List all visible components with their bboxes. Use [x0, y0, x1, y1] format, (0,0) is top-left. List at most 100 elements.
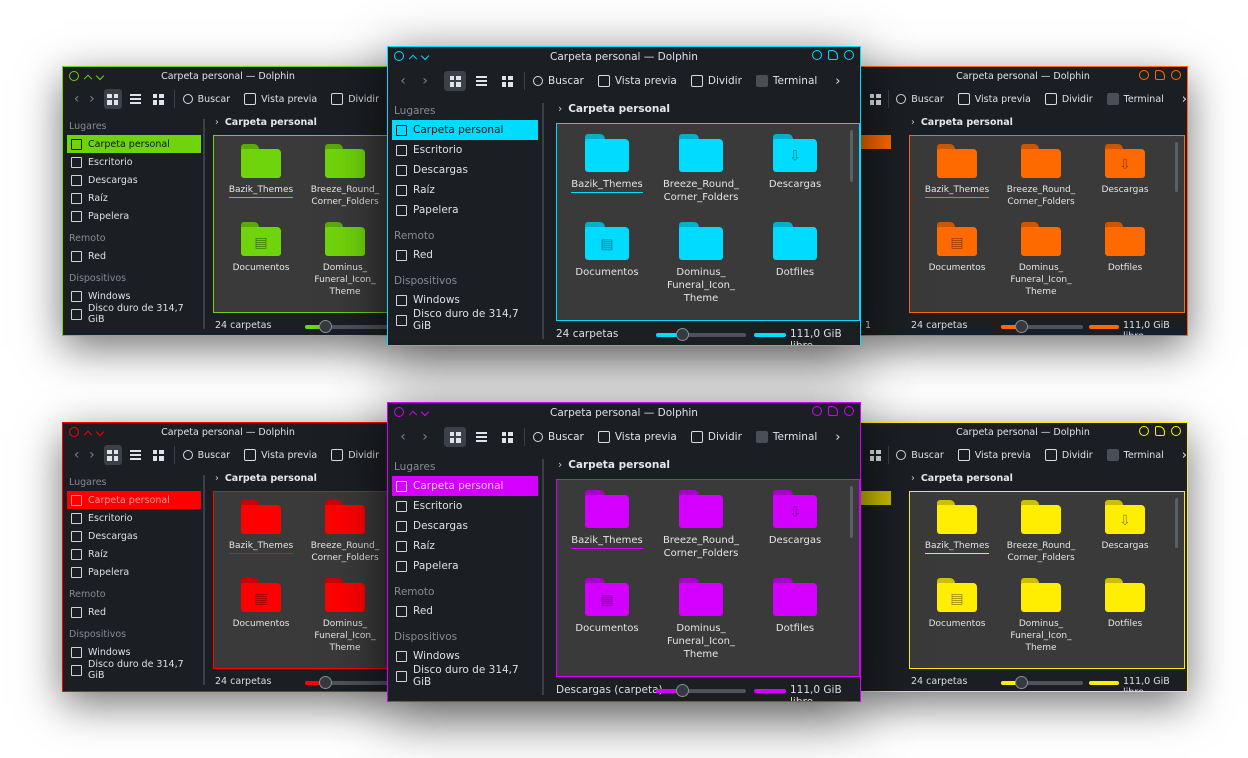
search-button[interactable]: Buscar [533, 431, 584, 443]
back-icon[interactable]: ‹ [69, 90, 84, 108]
folder-item[interactable]: ⇩ Descargas [1082, 144, 1168, 196]
folder-item[interactable]: Dominus_ Funeral_Icon_ Theme [302, 578, 388, 654]
maximize-icon[interactable] [828, 406, 838, 416]
place-root[interactable]: Raíz [392, 180, 538, 200]
place-downloads[interactable]: Descargas [392, 516, 538, 536]
breadcrumb[interactable]: Carpeta personal [215, 117, 317, 128]
forward-icon[interactable]: › [416, 428, 434, 446]
more-icon[interactable]: › [835, 430, 840, 445]
place-downloads[interactable]: Descargas [67, 527, 201, 545]
preview-button[interactable]: Vista previa [244, 449, 317, 461]
place-home[interactable]: Carpeta personal [67, 135, 201, 153]
keep-below-icon[interactable] [420, 407, 430, 417]
icons-view-button[interactable] [444, 427, 466, 447]
dolphin-window-cyan[interactable]: Carpeta personal — Dolphin ‹ › Buscar Vis… [387, 46, 861, 346]
folder-item[interactable]: Bazik_Themes [561, 134, 653, 193]
details-view-button[interactable] [149, 445, 168, 465]
menu-circle-icon[interactable] [394, 407, 404, 417]
forward-icon[interactable]: › [84, 446, 99, 464]
compact-view-button[interactable] [470, 71, 492, 91]
close-icon[interactable] [1171, 426, 1181, 436]
folder-item[interactable]: Bazik_Themes [218, 500, 304, 554]
search-button[interactable]: Buscar [533, 75, 584, 87]
folder-item[interactable]: Breeze_Round_ Corner_Folders [655, 490, 747, 560]
folder-item[interactable]: ▤ Documentos [561, 222, 653, 279]
place-downloads[interactable]: Descargas [392, 160, 538, 180]
compact-view-button[interactable] [126, 445, 145, 465]
preview-button[interactable]: Vista previa [957, 449, 1031, 461]
dolphin-window-orange[interactable]: Carpeta personal — Dolphin Buscar Vista … [858, 66, 1188, 336]
zoom-slider[interactable] [305, 320, 393, 333]
place-root[interactable]: Raíz [67, 189, 201, 207]
dolphin-window-red[interactable]: Carpeta personal — Dolphin ‹ › Buscar Vis… [62, 422, 394, 692]
back-icon[interactable]: ‹ [394, 428, 412, 446]
more-icon[interactable]: › [1182, 448, 1187, 463]
split-button[interactable]: Dividir [690, 431, 742, 443]
folder-item[interactable]: Breeze_Round_ Corner_Folders [998, 144, 1084, 208]
device-windows[interactable]: Windows [392, 646, 538, 666]
scrollbar[interactable] [1175, 498, 1178, 548]
folder-item[interactable]: Breeze_Round_ Corner_Folders [302, 144, 388, 208]
compact-view-button[interactable] [126, 89, 145, 109]
preview-button[interactable]: Vista previa [957, 93, 1031, 105]
terminal-button[interactable]: Terminal [755, 75, 817, 87]
forward-icon[interactable]: › [416, 72, 434, 90]
menu-circle-icon[interactable] [69, 427, 79, 437]
split-button[interactable]: Dividir [331, 93, 379, 105]
scrollbar[interactable] [1175, 142, 1178, 192]
maximize-icon[interactable] [1155, 426, 1165, 436]
folder-item[interactable]: Dominus_ Funeral_Icon_ Theme [655, 222, 747, 305]
minimize-icon[interactable] [812, 50, 822, 60]
preview-button[interactable]: Vista previa [597, 75, 677, 87]
file-view[interactable]: Bazik_Themes Breeze_Round_ Corner_Folder… [556, 479, 860, 677]
forward-icon[interactable]: › [84, 90, 99, 108]
place-network[interactable]: Red [67, 247, 201, 265]
menu-circle-icon[interactable] [69, 71, 79, 81]
more-icon[interactable]: › [1182, 92, 1187, 107]
scrollbar[interactable] [850, 130, 853, 182]
title-bar[interactable]: Carpeta personal — Dolphin [388, 403, 860, 423]
keep-above-icon[interactable] [83, 430, 93, 440]
file-view[interactable]: Bazik_Themes Breeze_Round_ Corner_Folder… [556, 123, 860, 321]
keep-above-icon[interactable] [408, 54, 418, 64]
folder-item[interactable]: Breeze_Round_ Corner_Folders [302, 500, 388, 564]
folder-item[interactable]: Bazik_Themes [218, 144, 304, 198]
close-icon[interactable] [844, 406, 854, 416]
place-home[interactable]: Carpeta personal [392, 476, 538, 496]
close-icon[interactable] [1171, 70, 1181, 80]
dolphin-window-yellow[interactable]: Carpeta personal — Dolphin Buscar Vista … [858, 422, 1188, 692]
details-view-button[interactable] [869, 445, 882, 465]
folder-item[interactable]: Dominus_ Funeral_Icon_ Theme [998, 222, 1084, 298]
dolphin-window-magenta[interactable]: Carpeta personal — Dolphin ‹ › Buscar Vis… [387, 402, 861, 702]
place-network[interactable]: Red [392, 601, 538, 621]
preview-button[interactable]: Vista previa [244, 93, 317, 105]
place-trash[interactable]: Papelera [392, 200, 538, 220]
title-bar[interactable]: Carpeta personal — Dolphin [859, 423, 1187, 441]
search-button[interactable]: Buscar [896, 450, 944, 461]
terminal-button[interactable]: Terminal [1106, 93, 1164, 105]
terminal-button[interactable]: Terminal [755, 431, 817, 443]
place-trash[interactable]: Papelera [67, 563, 201, 581]
folder-item[interactable]: Bazik_Themes [914, 144, 1000, 198]
folder-item[interactable]: ▤ Documentos [914, 222, 1000, 274]
title-bar[interactable]: Carpeta personal — Dolphin [63, 423, 393, 441]
place-downloads[interactable]: Descargas [67, 171, 201, 189]
maximize-icon[interactable] [828, 50, 838, 60]
split-button[interactable]: Dividir [1044, 93, 1093, 105]
scrollbar[interactable] [850, 486, 853, 538]
folder-item[interactable]: Breeze_Round_ Corner_Folders [998, 500, 1084, 564]
details-view-button[interactable] [496, 71, 518, 91]
search-button[interactable]: Buscar [896, 94, 944, 105]
close-icon[interactable] [844, 50, 854, 60]
place-trash[interactable]: Papelera [392, 556, 538, 576]
title-bar[interactable]: Carpeta personal — Dolphin [859, 67, 1187, 85]
place-desktop[interactable]: Escritorio [67, 153, 201, 171]
place-trash[interactable]: Papelera [67, 207, 201, 225]
menu-circle-icon[interactable] [394, 51, 404, 61]
dolphin-window-green[interactable]: Carpeta personal — Dolphin ‹ › Buscar Vis… [62, 66, 394, 336]
split-button[interactable]: Dividir [1044, 449, 1093, 461]
zoom-slider[interactable] [1001, 676, 1083, 689]
file-view[interactable]: Bazik_Themes Breeze_Round_ Corner_Folder… [213, 491, 393, 669]
title-bar[interactable]: Carpeta personal — Dolphin [63, 67, 393, 85]
place-network[interactable]: Red [392, 245, 538, 265]
